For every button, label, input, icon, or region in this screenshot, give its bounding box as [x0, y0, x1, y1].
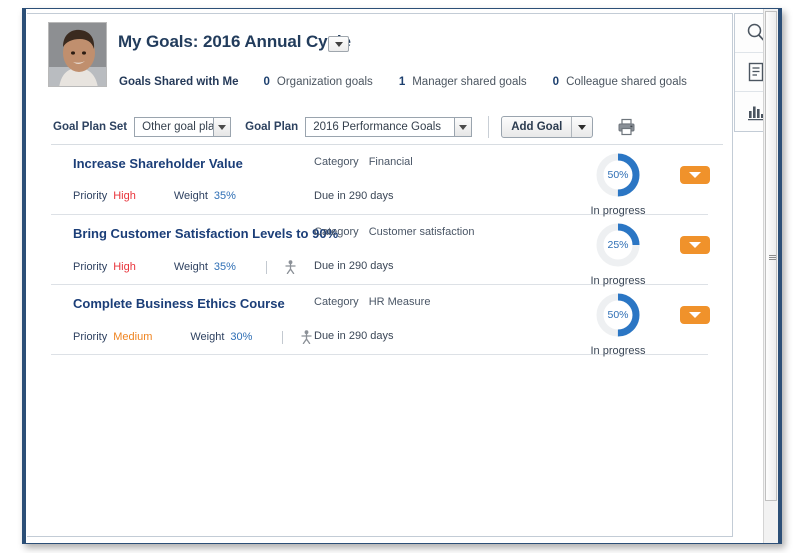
goal-meta: Priority High Weight 35%	[73, 260, 296, 274]
organization-goals-label: Organization goals	[276, 76, 373, 88]
printer-icon	[618, 118, 635, 136]
progress-ring: 25%	[594, 221, 642, 269]
weight-label: Weight	[190, 331, 225, 343]
goal-due-date: Due in 290 days	[314, 330, 394, 342]
goal-plan-label: Goal Plan	[245, 121, 299, 133]
goal-progress: 50% In progress	[563, 151, 673, 217]
goal-plan-set-select[interactable]: Other goal plans	[134, 117, 232, 137]
category-value: Customer satisfaction	[368, 226, 475, 238]
person-icon	[301, 330, 313, 344]
meta-divider	[265, 260, 267, 274]
shared-goals-summary: Goals Shared with Me 0 Organization goal…	[119, 76, 687, 88]
chevron-down-icon	[689, 242, 701, 248]
category-label: Category	[314, 226, 359, 238]
colleague-shared-goals-count: 0	[552, 76, 560, 88]
category-label: Category	[314, 296, 359, 308]
chevron-down-icon	[334, 41, 343, 47]
priority-value: High	[113, 190, 136, 202]
progress-percent: 25%	[607, 239, 629, 251]
goal-row[interactable]: Complete Business Ethics Course Priority…	[51, 285, 710, 357]
goal-actions-button[interactable]	[680, 166, 710, 184]
add-goal-button[interactable]: Add Goal	[502, 117, 571, 137]
goal-due-date: Due in 290 days	[314, 190, 394, 202]
manager-shared-goals-count: 1	[398, 76, 406, 88]
application-window: My Goals: 2016 Annual Cycle Goals Shared…	[22, 8, 782, 544]
goals-card: My Goals: 2016 Annual Cycle Goals Shared…	[27, 13, 733, 537]
goal-row[interactable]: Bring Customer Satisfaction Levels to 90…	[51, 215, 710, 287]
scrollbar-grip	[769, 255, 776, 260]
weight-value: 35%	[213, 261, 236, 273]
priority-label: Priority	[73, 331, 108, 343]
weight-value: 30%	[230, 331, 253, 343]
avatar-photo	[49, 23, 106, 86]
progress-percent: 50%	[607, 309, 629, 321]
goal-title[interactable]: Increase Shareholder Value	[73, 156, 243, 171]
goal-list: Increase Shareholder Value Priority High…	[27, 145, 732, 357]
priority-value: High	[113, 261, 136, 273]
goals-toolbar: Goal Plan Set Other goal plans Goal Plan…	[27, 110, 732, 144]
goal-actions-button[interactable]	[680, 306, 710, 324]
category-value: Financial	[368, 156, 413, 168]
goal-due-date: Due in 290 days	[314, 260, 394, 272]
chevron-down-icon	[689, 312, 701, 318]
toolbar-divider	[488, 116, 490, 138]
vertical-scrollbar[interactable]	[763, 9, 778, 543]
shared-goals-label: Goals Shared with Me	[119, 76, 239, 88]
add-goal-menu-caret[interactable]	[571, 117, 592, 137]
window-content: My Goals: 2016 Annual Cycle Goals Shared…	[26, 9, 778, 543]
goal-category: Category Customer satisfaction	[314, 226, 474, 238]
goal-progress: 50% In progress	[563, 291, 673, 357]
meta-divider	[282, 330, 284, 344]
chevron-down-icon	[213, 118, 231, 136]
goal-plan-select[interactable]: 2016 Performance Goals	[305, 117, 473, 137]
progress-ring: 50%	[594, 291, 642, 339]
page-title-menu-button[interactable]	[328, 36, 349, 52]
scrollbar-thumb[interactable]	[765, 11, 777, 501]
category-value: HR Measure	[368, 296, 431, 308]
weight-value: 35%	[213, 190, 236, 202]
progress-ring: 50%	[594, 151, 642, 199]
goal-plan-set-label: Goal Plan Set	[53, 121, 128, 133]
weight-label: Weight	[173, 261, 208, 273]
priority-label: Priority	[73, 261, 108, 273]
goal-progress: 25% In progress	[563, 221, 673, 287]
progress-percent: 50%	[607, 169, 629, 181]
goal-category: Category Financial	[314, 156, 413, 168]
chevron-down-icon	[454, 118, 472, 136]
goal-title[interactable]: Complete Business Ethics Course	[73, 296, 285, 311]
person-icon	[285, 260, 296, 274]
chevron-down-icon	[689, 172, 701, 178]
progress-status: In progress	[590, 345, 646, 357]
add-goal-control[interactable]: Add Goal	[501, 116, 594, 138]
colleague-shared-goals-label: Colleague shared goals	[566, 76, 687, 88]
goal-meta: Priority High Weight 35%	[73, 190, 236, 202]
goal-category: Category HR Measure	[314, 296, 430, 308]
goal-meta: Priority Medium Weight 30%	[73, 330, 313, 344]
goal-row[interactable]: Increase Shareholder Value Priority High…	[51, 145, 710, 217]
goal-title[interactable]: Bring Customer Satisfaction Levels to 90…	[73, 226, 338, 241]
weight-label: Weight	[173, 190, 208, 202]
avatar[interactable]	[48, 22, 107, 87]
category-label: Category	[314, 156, 359, 168]
manager-shared-goals-label: Manager shared goals	[412, 76, 527, 88]
priority-value: Medium	[113, 331, 153, 343]
goal-plan-value: 2016 Performance Goals	[313, 121, 442, 133]
priority-label: Priority	[73, 190, 108, 202]
organization-goals-count: 0	[263, 76, 270, 88]
page-title: My Goals: 2016 Annual Cycle	[118, 32, 351, 51]
print-button[interactable]	[617, 118, 636, 136]
goal-plan-set-value: Other goal plans	[142, 121, 227, 133]
goal-actions-button[interactable]	[680, 236, 710, 254]
